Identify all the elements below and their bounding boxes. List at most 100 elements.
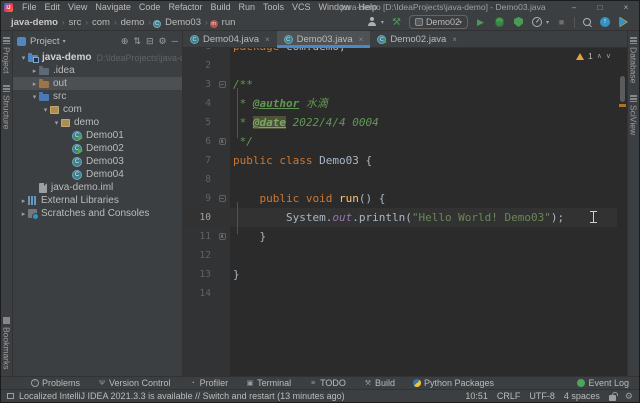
tool-window-button-database[interactable]: Database (629, 31, 639, 89)
editor-tab-demo04.java[interactable]: C Demo04.java × (183, 31, 277, 47)
chevron-expanded-icon[interactable]: ▾ (41, 106, 50, 114)
tree-item--idea[interactable]: ▸ .idea (13, 64, 182, 77)
tool-window-button-build[interactable]: ⚒ Build (364, 378, 395, 388)
menu-item-view[interactable]: View (64, 2, 91, 12)
fold-close-icon[interactable]: ∧ (218, 138, 226, 145)
run-with-coverage-button[interactable] (512, 16, 525, 29)
code-with-me-dropdown-icon[interactable]: ▾ (381, 19, 384, 26)
update-available-icon[interactable]: ↑ (600, 17, 610, 27)
build-hammer-icon[interactable]: ⚒ (390, 16, 403, 29)
editor-tab-demo02.java[interactable]: C Demo02.java × (370, 31, 464, 47)
menu-item-code[interactable]: Code (135, 2, 165, 12)
collapse-all-icon[interactable]: ⊟ (146, 36, 154, 47)
tree-item-java-demo-iml[interactable]: java-demo.iml (13, 181, 182, 194)
tool-window-button-version-control[interactable]: Ψ Version Control (98, 378, 171, 388)
hide-panel-icon[interactable]: ─ (172, 36, 178, 46)
breadcrumb-item-com[interactable]: com (90, 17, 112, 28)
fold-marker-icon[interactable]: ∧ (215, 227, 229, 246)
menu-item-edit[interactable]: Edit (41, 2, 65, 12)
menu-item-build[interactable]: Build (206, 2, 234, 12)
tool-window-button-todo[interactable]: ≡ TODO (309, 378, 346, 388)
menu-item-vcs[interactable]: VCS (288, 2, 315, 12)
locate-file-icon[interactable]: ⊕ (121, 36, 129, 47)
breadcrumb-item-java-demo[interactable]: java-demo (9, 17, 60, 28)
chevron-collapsed-icon[interactable]: ▸ (19, 210, 28, 218)
debug-button[interactable] (493, 16, 506, 29)
tool-window-button-terminal[interactable]: ▣ Terminal (246, 378, 291, 388)
tool-window-button-event-log[interactable]: Event Log (577, 378, 629, 388)
expand-collapse-icon[interactable]: ⇅ (133, 36, 141, 47)
run-configuration-select[interactable]: Demo02 ▾ (408, 15, 468, 29)
encoding-widget[interactable]: UTF-8 (529, 391, 555, 401)
minimize-button[interactable]: – (561, 1, 587, 14)
code-with-me-icon[interactable] (366, 16, 379, 29)
menu-item-refactor[interactable]: Refactor (164, 2, 206, 12)
tool-window-button-problems[interactable]: ! Problems (31, 378, 80, 388)
maximize-button[interactable]: □ (587, 1, 613, 14)
tool-window-label: Version Control (109, 378, 171, 388)
editor-tab-demo03.java[interactable]: C Demo03.java × (276, 31, 371, 48)
tool-window-button-sciview[interactable]: SciView (629, 89, 639, 141)
close-button[interactable]: × (613, 1, 639, 14)
unlock-icon[interactable] (608, 391, 618, 401)
chevron-expanded-icon[interactable]: ▾ (52, 119, 61, 127)
settings-gear-icon[interactable]: ⚙ (159, 36, 167, 47)
fold-close-icon[interactable]: ∧ (218, 233, 226, 240)
project-panel-title[interactable]: Project (30, 36, 60, 47)
tool-window-button-structure[interactable]: Structure (2, 79, 12, 136)
breadcrumb-item-run[interactable]: m run (209, 17, 238, 28)
tree-item-demo02[interactable]: C Demo02 (13, 142, 182, 155)
project-view-dropdown-icon[interactable]: ▾ (63, 38, 66, 45)
fold-open-icon[interactable]: − (218, 81, 226, 88)
ide-plugin-icon[interactable] (616, 16, 629, 29)
tab-close-icon[interactable]: × (265, 35, 270, 44)
tab-close-icon[interactable]: × (359, 35, 364, 44)
status-message[interactable]: Localized IntelliJ IDEA 2021.3.3 is avai… (19, 391, 345, 401)
fold-marker-icon[interactable]: − (215, 189, 229, 208)
profiler-button[interactable] (531, 16, 544, 29)
dynamic-plugins-gear-icon[interactable]: ⚙ (625, 391, 633, 401)
line-ending-widget[interactable]: CRLF (497, 391, 521, 401)
fold-open-icon[interactable]: − (218, 195, 226, 202)
tree-item-demo01[interactable]: C Demo01 (13, 129, 182, 142)
tree-item-com[interactable]: ▾ com (13, 103, 182, 116)
menu-item-navigate[interactable]: Navigate (91, 2, 135, 12)
tree-item-demo03[interactable]: C Demo03 (13, 155, 182, 168)
tree-item-out[interactable]: ▸ out (13, 77, 182, 90)
chevron-collapsed-icon[interactable]: ▸ (30, 80, 39, 88)
tree-item-scratches-and-consoles[interactable]: ▸ Scratches and Consoles (13, 207, 182, 220)
code-editor[interactable]: 1package com.demo;23−/**4 * @author 水滴5 … (183, 48, 627, 376)
tab-close-icon[interactable]: × (452, 35, 457, 44)
run-button[interactable]: ▶ (474, 16, 487, 29)
tree-item-demo[interactable]: ▾ demo (13, 116, 182, 129)
editor-scrollbar[interactable] (620, 76, 625, 102)
next-problem-icon[interactable]: ∨ (606, 52, 611, 60)
fold-marker-icon[interactable]: − (215, 75, 229, 94)
breadcrumb-item-src[interactable]: src (67, 17, 84, 28)
chevron-expanded-icon[interactable]: ▾ (30, 93, 39, 101)
tool-window-button-python-packages[interactable]: Python Packages (412, 378, 494, 388)
prev-problem-icon[interactable]: ∧ (597, 52, 602, 60)
tree-item-external-libraries[interactable]: ▸ External Libraries (13, 194, 182, 207)
tree-item-java-demo[interactable]: ▾ java-demo D:\IdeaProjects\java-demo (13, 51, 182, 64)
tree-item-demo04[interactable]: C Demo04 (13, 168, 182, 181)
search-everywhere-icon[interactable] (581, 16, 594, 29)
breadcrumb-separator-icon: › (148, 17, 152, 27)
chevron-expanded-icon[interactable]: ▾ (19, 54, 28, 62)
breadcrumb-item-demo03[interactable]: C Demo03 (153, 17, 203, 28)
tool-window-button-profiler[interactable]: ◔ Profiler (189, 378, 228, 388)
tool-window-button-project[interactable]: Project (2, 31, 12, 79)
breadcrumb-item-demo[interactable]: demo (119, 17, 147, 28)
tool-window-button-bookmarks[interactable]: Bookmarks (2, 311, 12, 376)
fold-marker-icon[interactable]: ∧ (215, 132, 229, 151)
menu-item-tools[interactable]: Tools (259, 2, 288, 12)
error-stripe-warning-mark[interactable] (619, 104, 626, 107)
chevron-collapsed-icon[interactable]: ▸ (19, 197, 28, 205)
menu-item-file[interactable]: File (18, 2, 41, 12)
indent-widget[interactable]: 4 spaces (564, 391, 600, 401)
menu-item-run[interactable]: Run (234, 2, 259, 12)
inspection-widget[interactable]: 1 ∧ ∨ (576, 51, 611, 61)
chevron-collapsed-icon[interactable]: ▸ (30, 67, 39, 75)
profiler-dropdown-icon[interactable]: ▾ (546, 19, 549, 26)
tree-item-src[interactable]: ▾ src (13, 90, 182, 103)
